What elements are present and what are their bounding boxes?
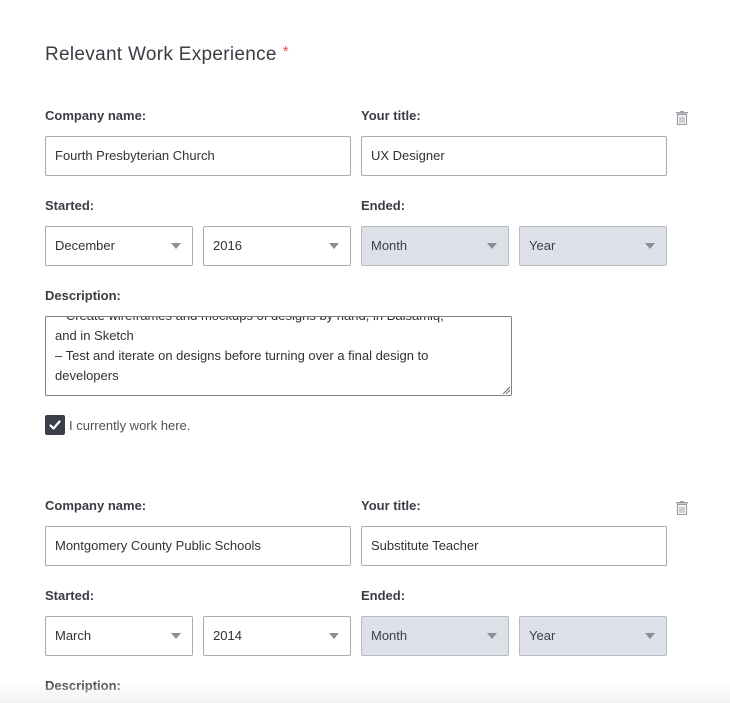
section-title-text: Relevant Work Experience bbox=[45, 44, 277, 65]
end-month-select[interactable]: Month bbox=[361, 616, 509, 656]
start-year-value: 2014 bbox=[213, 628, 242, 643]
ended-label: Ended: bbox=[361, 588, 406, 603]
end-month-select[interactable]: Month bbox=[361, 226, 509, 266]
trash-icon[interactable] bbox=[676, 111, 688, 125]
end-year-value: Year bbox=[529, 238, 556, 253]
start-year-select[interactable]: 2014 bbox=[203, 616, 351, 656]
start-month-value: March bbox=[55, 628, 92, 643]
start-month-select[interactable]: December bbox=[45, 226, 193, 266]
end-year-select[interactable]: Year bbox=[519, 616, 667, 656]
start-month-value: December bbox=[55, 238, 115, 253]
title-label: Your title: bbox=[361, 498, 421, 513]
chevron-down-icon bbox=[645, 243, 655, 249]
end-month-value: Month bbox=[371, 238, 408, 253]
description-label: Description: bbox=[45, 288, 121, 303]
chevron-down-icon bbox=[645, 633, 655, 639]
description-text: – Create wireframes and mockups of desig… bbox=[55, 317, 491, 386]
description-line: – Create wireframes and mockups of desig… bbox=[55, 317, 491, 326]
company-label: Company name: bbox=[45, 108, 147, 123]
start-year-select[interactable]: 2016 bbox=[203, 226, 351, 266]
company-name-input[interactable]: Fourth Presbyterian Church bbox=[45, 136, 351, 176]
resize-handle-icon[interactable] bbox=[502, 386, 510, 394]
description-line: developers bbox=[55, 368, 119, 383]
start-year-value: 2016 bbox=[213, 238, 242, 253]
end-year-select[interactable]: Year bbox=[519, 226, 667, 266]
trash-icon[interactable] bbox=[676, 501, 688, 515]
description-textarea[interactable]: – Create wireframes and mockups of desig… bbox=[45, 316, 512, 396]
job-title-input[interactable]: UX Designer bbox=[361, 136, 667, 176]
started-label: Started: bbox=[45, 588, 95, 603]
current-job-label[interactable]: I currently work here. bbox=[69, 418, 190, 433]
chevron-down-icon bbox=[487, 243, 497, 249]
description-line: – Test and iterate on designs before tur… bbox=[55, 348, 429, 363]
chevron-down-icon bbox=[329, 633, 339, 639]
checkmark-icon bbox=[49, 420, 61, 430]
job-title-input[interactable]: Substitute Teacher bbox=[361, 526, 667, 566]
company-label: Company name: bbox=[45, 498, 147, 513]
scroll-fade bbox=[0, 681, 730, 703]
title-label: Your title: bbox=[361, 108, 421, 123]
started-label: Started: bbox=[45, 198, 95, 213]
page-title: Relevant Work Experience * bbox=[45, 43, 289, 66]
current-job-checkbox[interactable] bbox=[45, 415, 65, 435]
end-year-value: Year bbox=[529, 628, 556, 643]
chevron-down-icon bbox=[171, 243, 181, 249]
description-line: and in Sketch bbox=[55, 328, 134, 343]
company-name-input[interactable]: Montgomery County Public Schools bbox=[45, 526, 351, 566]
chevron-down-icon bbox=[487, 633, 497, 639]
ended-label: Ended: bbox=[361, 198, 406, 213]
required-mark: * bbox=[282, 43, 289, 60]
end-month-value: Month bbox=[371, 628, 408, 643]
start-month-select[interactable]: March bbox=[45, 616, 193, 656]
chevron-down-icon bbox=[329, 243, 339, 249]
chevron-down-icon bbox=[171, 633, 181, 639]
